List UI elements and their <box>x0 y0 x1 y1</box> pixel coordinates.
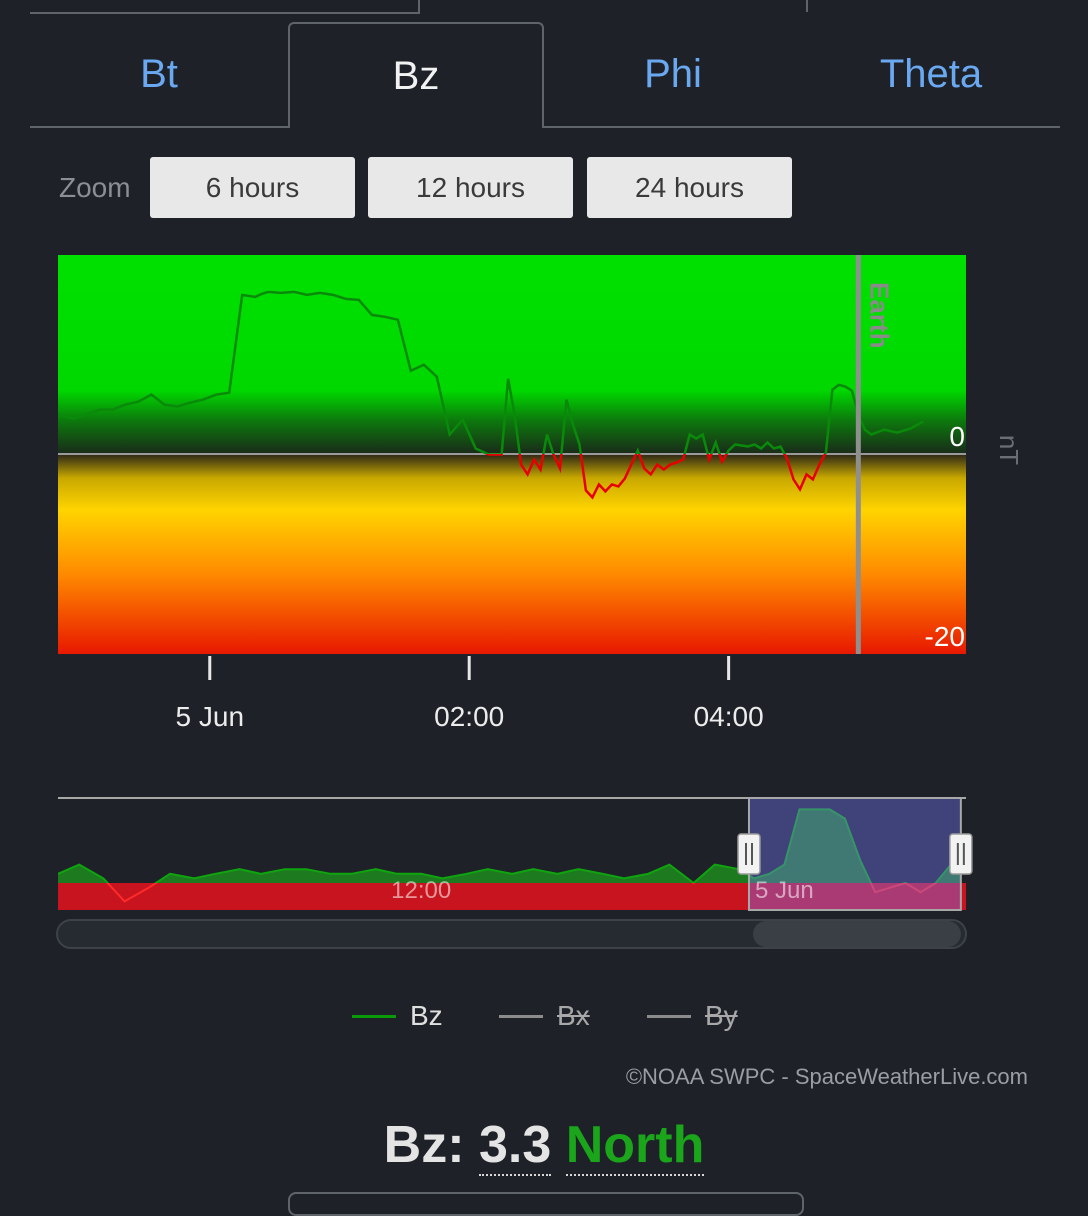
navigator: 12:00 5 Jun <box>58 797 973 911</box>
south-zone <box>58 454 966 654</box>
chart-legend: Bz Bx By <box>0 1000 1088 1040</box>
legend-bx-swatch <box>499 1014 543 1018</box>
bottom-panel-fragment <box>288 1192 804 1216</box>
x-tick-label: 04:00 <box>694 701 764 732</box>
plot-background <box>58 255 966 654</box>
readout-label: Bz: <box>383 1116 465 1174</box>
navigator-handle-body[interactable] <box>949 833 973 875</box>
legend-bx[interactable]: Bx <box>499 1000 590 1032</box>
bz-readout: Bz: 3.3 North <box>0 1115 1088 1176</box>
navigator-handle-right[interactable] <box>949 833 973 875</box>
legend-by[interactable]: By <box>647 1000 738 1032</box>
legend-bz-swatch <box>352 1014 396 1018</box>
navigator-handle-left[interactable] <box>737 833 761 875</box>
y-axis-unit: nT <box>994 435 1024 465</box>
legend-by-label: By <box>705 1000 738 1031</box>
y-tick-minus20: -20 <box>925 621 965 652</box>
x-axis: 5 Jun 02:00 04:00 <box>176 656 764 732</box>
legend-bz[interactable]: Bz <box>352 1000 443 1032</box>
earth-marker-label: Earth <box>864 282 894 348</box>
bz-chart: Earth 0 -20 nT 5 Jun 02:00 04:00 12:00 5 Ju… <box>56 255 1024 949</box>
readout-value[interactable]: 3.3 <box>478 1116 552 1176</box>
legend-by-swatch <box>647 1014 691 1018</box>
y-tick-0: 0 <box>949 421 965 452</box>
scrollbar-thumb[interactable] <box>752 921 961 947</box>
legend-bz-label: Bz <box>410 1000 443 1031</box>
x-tick-label: 02:00 <box>434 701 504 732</box>
readout-direction[interactable]: North <box>565 1116 705 1176</box>
x-tick-label: 5 Jun <box>176 701 245 732</box>
data-credit[interactable]: ©NOAA SWPC - SpaceWeatherLive.com <box>626 1064 1028 1090</box>
navigator-tick-label: 5 Jun <box>755 877 814 904</box>
navigator-tick-label: 12:00 <box>391 877 451 904</box>
legend-bx-label: Bx <box>557 1000 590 1031</box>
navigator-handle-body[interactable] <box>737 833 761 875</box>
tab-bz[interactable]: Bz <box>288 22 544 128</box>
